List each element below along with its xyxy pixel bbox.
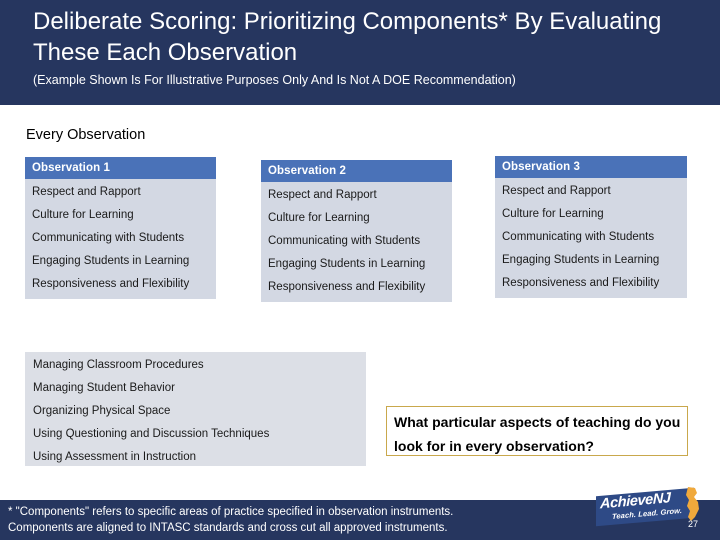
- list-item: Using Assessment in Instruction: [33, 451, 196, 463]
- list-item: Managing Classroom Procedures: [33, 359, 204, 371]
- page-number: 27: [688, 519, 699, 529]
- list-item: Responsiveness and Flexibility: [268, 281, 426, 293]
- list-item: Culture for Learning: [32, 209, 134, 221]
- page-title: Deliberate Scoring: Prioritizing Compone…: [33, 8, 662, 66]
- secondary-component-list: Managing Classroom Procedures Managing S…: [25, 352, 366, 466]
- list-item: Communicating with Students: [268, 235, 421, 247]
- list-item: Respect and Rapport: [32, 186, 141, 198]
- observation-column-2: Observation 2 Respect and Rapport Cultur…: [261, 160, 452, 302]
- observation-column-1: Observation 1 Respect and Rapport Cultur…: [25, 157, 216, 299]
- list-item: Organizing Physical Space: [33, 405, 171, 417]
- list-item: Engaging Students in Learning: [32, 255, 190, 267]
- list-item: Responsiveness and Flexibility: [502, 277, 660, 289]
- observation-column-3-body: Respect and Rapport Culture for Learning…: [495, 178, 687, 298]
- achievenj-logo: AchieveNJ Teach. Lead. Grow. 27: [596, 486, 708, 532]
- observation-column-3: Observation 3 Respect and Rapport Cultur…: [495, 156, 687, 298]
- list-item: Communicating with Students: [502, 231, 655, 243]
- section-heading: Every Observation: [26, 127, 146, 143]
- list-item: Responsiveness and Flexibility: [32, 278, 190, 290]
- observation-column-3-header: Observation 3: [495, 156, 687, 178]
- new-jersey-state-icon: [686, 487, 699, 521]
- list-item: Culture for Learning: [502, 208, 604, 220]
- observation-column-2-header: Observation 2: [261, 160, 452, 182]
- page-subtitle: (Example Shown Is For Illustrative Purpo…: [33, 73, 516, 87]
- list-item: Respect and Rapport: [268, 189, 377, 201]
- observation-column-1-body: Respect and Rapport Culture for Learning…: [25, 179, 216, 299]
- observation-column-1-header: Observation 1: [25, 157, 216, 179]
- list-item: Engaging Students in Learning: [268, 258, 426, 270]
- list-item: Using Questioning and Discussion Techniq…: [33, 428, 270, 440]
- question-callout-text: What particular aspects of teaching do y…: [394, 414, 681, 454]
- title-band: Deliberate Scoring: Prioritizing Compone…: [0, 0, 720, 105]
- list-item: Managing Student Behavior: [33, 382, 175, 394]
- list-item: Respect and Rapport: [502, 185, 611, 197]
- list-item: Engaging Students in Learning: [502, 254, 660, 266]
- observation-column-2-body: Respect and Rapport Culture for Learning…: [261, 182, 452, 302]
- list-item: Culture for Learning: [268, 212, 370, 224]
- list-item: Communicating with Students: [32, 232, 185, 244]
